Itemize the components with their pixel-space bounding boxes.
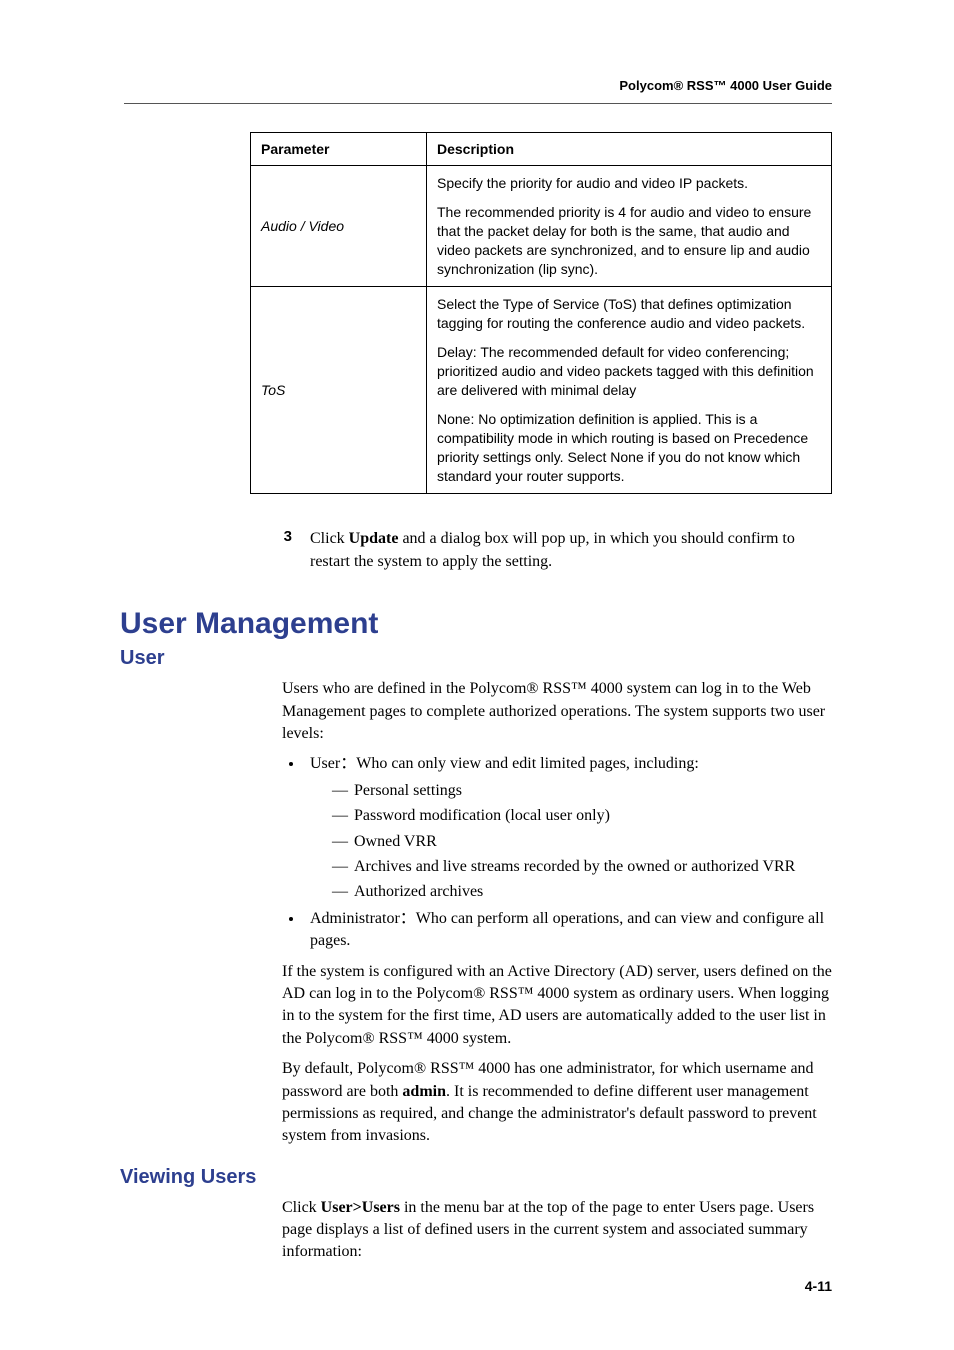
paragraph: Users who are defined in the Polycom® RS…: [282, 678, 832, 745]
desc-text: Select the Type of Service (ToS) that de…: [437, 295, 821, 333]
page-number: 4-11: [805, 1278, 832, 1294]
desc-text: Delay: The recommended default for video…: [437, 343, 821, 400]
table-row: Audio / Video Specify the priority for a…: [251, 166, 832, 287]
table-row: ToS Select the Type of Service (ToS) tha…: [251, 287, 832, 494]
paragraph: By default, Polycom® RSS™ 4000 has one a…: [282, 1058, 832, 1148]
step-number: 3: [250, 528, 310, 573]
text: Click: [282, 1199, 321, 1216]
text-bold: admin: [402, 1083, 446, 1100]
desc-text: Specify the priority for audio and video…: [437, 174, 821, 193]
text-bold: User>Users: [321, 1199, 400, 1216]
col-header-description: Description: [427, 133, 832, 166]
document-page: Polycom® RSS™ 4000 User Guide Parameter …: [0, 0, 954, 1350]
list-item: User：Who can only view and edit limited …: [304, 753, 832, 903]
desc-cell: Specify the priority for audio and video…: [427, 166, 832, 287]
param-cell: ToS: [251, 287, 427, 494]
list-item: Password modification (local user only): [332, 805, 832, 827]
section-body: Click User>Users in the menu bar at the …: [282, 1197, 832, 1264]
dash-list: Personal settings Password modification …: [310, 780, 832, 904]
heading-user-management: User Management: [120, 607, 836, 641]
heading-viewing-users: Viewing Users: [120, 1166, 836, 1189]
desc-text: The recommended priority is 4 for audio …: [437, 203, 821, 279]
list-item: Authorized archives: [332, 881, 832, 903]
text: User：Who can only view and edit limited …: [310, 755, 699, 772]
header-rule: [124, 103, 832, 104]
step-text: Click Update and a dialog box will pop u…: [310, 528, 832, 573]
parameter-table: Parameter Description Audio / Video Spec…: [250, 132, 832, 494]
list-item: Archives and live streams recorded by th…: [332, 856, 832, 878]
desc-text: None: No optimization definition is appl…: [437, 410, 821, 486]
paragraph: Click User>Users in the menu bar at the …: [282, 1197, 832, 1264]
step-item: 3 Click Update and a dialog box will pop…: [250, 528, 832, 573]
list-item: Administrator：Who can perform all operat…: [304, 908, 832, 953]
bullet-list: User：Who can only view and edit limited …: [282, 753, 832, 952]
section-body: Users who are defined in the Polycom® RS…: [282, 678, 832, 1147]
text: Click: [310, 530, 349, 547]
param-cell: Audio / Video: [251, 166, 427, 287]
col-header-parameter: Parameter: [251, 133, 427, 166]
text-bold: Update: [349, 530, 399, 547]
heading-user: User: [120, 647, 836, 670]
list-item: Owned VRR: [332, 831, 832, 853]
list-item: Personal settings: [332, 780, 832, 802]
page-header: Polycom® RSS™ 4000 User Guide: [120, 78, 832, 93]
desc-cell: Select the Type of Service (ToS) that de…: [427, 287, 832, 494]
paragraph: If the system is configured with an Acti…: [282, 961, 832, 1051]
